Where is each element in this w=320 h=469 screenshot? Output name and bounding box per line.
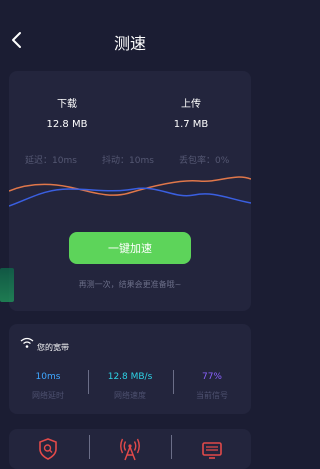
jitter-stat: 抖动：10ms (102, 156, 154, 166)
signal-tower-icon[interactable] (119, 437, 141, 461)
metric-signal-value: 77% (201, 372, 222, 382)
metric-speed: 12.8 MB/s 网络速度 (91, 372, 169, 401)
shield-search-icon[interactable] (37, 437, 59, 461)
upload-value: 1.7 MB (173, 119, 209, 130)
tool-divider (171, 435, 172, 459)
latency-stat: 延迟：10ms (25, 156, 77, 166)
tv-screen-icon[interactable] (201, 437, 223, 461)
download-wave (9, 187, 251, 207)
metric-speed-label: 网络速度 (114, 391, 146, 400)
boost-button[interactable]: 一键加速 (69, 232, 191, 264)
metric-latency-label: 网络延时 (32, 391, 64, 400)
upload-stat: 上传 1.7 MB (146, 95, 236, 130)
header: 测速 (0, 0, 260, 72)
speed-wave-graph (9, 176, 251, 207)
metric-latency-value: 10ms (35, 372, 61, 382)
metric-divider (88, 370, 89, 394)
download-label: 下载 (57, 99, 77, 110)
retest-hint: 再测一次，结果会更准备哦~ (78, 280, 182, 289)
tool-divider (89, 435, 90, 459)
broadband-title: 您的宽带 (37, 343, 69, 352)
page-title: 测速 (113, 34, 146, 53)
tools-bar (9, 429, 251, 469)
speed-test-card: 下载 12.8 MB 上传 1.7 MB 延迟：10ms 抖动：10ms 丢包率… (9, 71, 251, 311)
metric-speed-value: 12.8 MB/s (107, 372, 153, 382)
download-value: 12.8 MB (46, 119, 88, 130)
packet-loss-stat: 丢包率：0% (179, 156, 230, 166)
broadband-card: 您的宽带 10ms 网络延时 12.8 MB/s 网络速度 77% 当前信号 (9, 324, 251, 414)
upload-label: 上传 (181, 99, 201, 110)
watermark-logo (0, 268, 14, 302)
metric-signal-label: 当前信号 (196, 391, 228, 400)
wifi-icon (20, 337, 34, 348)
metric-latency: 10ms 网络延时 (9, 372, 87, 401)
metric-signal: 77% 当前信号 (173, 372, 251, 401)
download-stat: 下载 12.8 MB (22, 95, 112, 130)
